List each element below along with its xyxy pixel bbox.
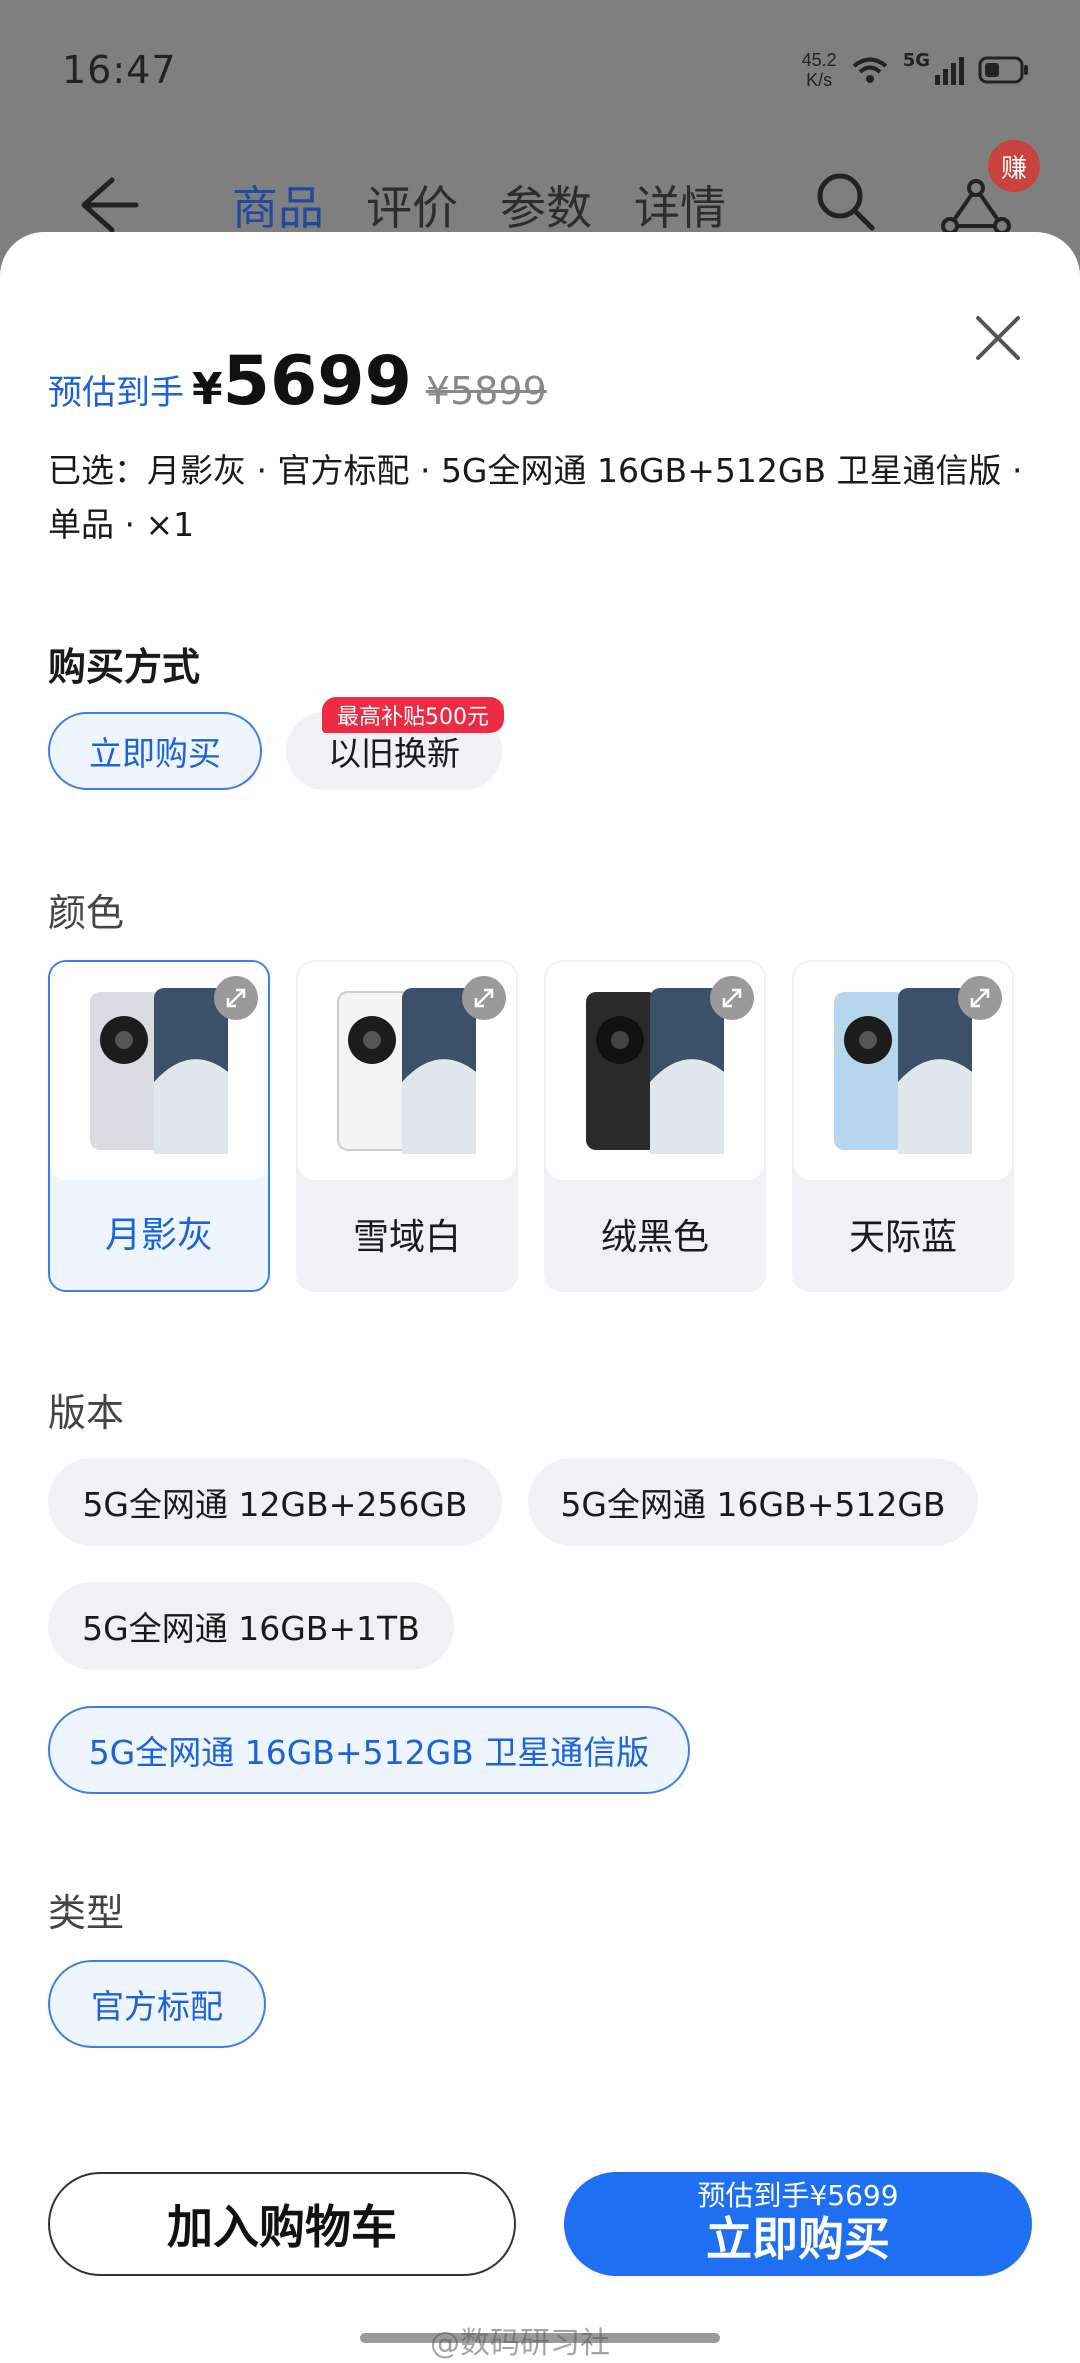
clock: 16:47 xyxy=(62,48,177,92)
purchase-method-title: 购买方式 xyxy=(48,645,201,689)
buy-now-button[interactable]: 预估到手¥5699 立即购买 xyxy=(564,2172,1032,2276)
expand-icon[interactable] xyxy=(710,976,754,1020)
close-icon[interactable] xyxy=(970,310,1026,366)
product-tabs: 商品 评价 参数 详情 xyxy=(232,172,726,238)
color-card-velvet-black[interactable]: 绒黑色 xyxy=(544,960,766,1292)
color-label: 绒黑色 xyxy=(600,1217,709,1258)
phone-image xyxy=(298,962,516,1180)
tab-details[interactable]: 详情 xyxy=(634,172,726,238)
color-title: 颜色 xyxy=(48,891,125,935)
version-option-16-512[interactable]: 5G全网通 16GB+512GB xyxy=(528,1458,978,1546)
buy-now-label: 立即购买 xyxy=(706,2212,890,2266)
type-title: 类型 xyxy=(48,1891,125,1935)
version-option-satellite[interactable]: 5G全网通 16GB+512GB 卫星通信版 xyxy=(48,1706,690,1794)
buy-now-subtext: 预估到手¥5699 xyxy=(697,2179,899,2212)
color-card-moon-grey[interactable]: 月影灰 xyxy=(48,960,270,1292)
type-option-official[interactable]: 官方标配 xyxy=(48,1960,266,2048)
version-option-16-1tb[interactable]: 5G全网通 16GB+1TB xyxy=(48,1582,454,1670)
expand-icon[interactable] xyxy=(958,976,1002,1020)
version-option-12-256[interactable]: 5G全网通 12GB+256GB xyxy=(48,1458,502,1546)
network-speed: 45.2 K/s xyxy=(801,50,837,90)
expand-icon[interactable] xyxy=(214,976,258,1020)
watermark-text: @数码研习社 xyxy=(430,2326,610,2361)
color-label: 天际蓝 xyxy=(848,1217,957,1258)
signal-5g-label: 5G xyxy=(902,50,930,71)
add-to-cart-button[interactable]: 加入购物车 xyxy=(48,2172,516,2276)
original-price: ¥5899 xyxy=(425,369,547,413)
tab-reviews[interactable]: 评价 xyxy=(366,172,458,238)
color-label: 雪域白 xyxy=(352,1217,461,1258)
price-prefix: 预估到手 xyxy=(48,373,184,413)
color-card-sky-blue[interactable]: 天际蓝 xyxy=(792,960,1014,1292)
color-card-snow-white[interactable]: 雪域白 xyxy=(296,960,518,1292)
status-bar: 16:47 45.2 K/s 5G xyxy=(0,0,1080,140)
phone-image xyxy=(50,962,268,1180)
system-icons: 45.2 K/s 5G xyxy=(802,50,1030,90)
cellular-signal-icon xyxy=(935,57,964,85)
battery-icon xyxy=(978,56,1028,84)
back-arrow-icon[interactable] xyxy=(72,170,142,240)
price-row: 预估到手 ¥ 5699 ¥5899 xyxy=(48,342,547,421)
search-icon[interactable] xyxy=(810,166,880,236)
selected-summary: 已选：月影灰 · 官方标配 · 5G全网通 16GB+512GB 卫星通信版 ·… xyxy=(48,451,1023,544)
phone-image xyxy=(794,962,1012,1180)
sku-selection-sheet: 预估到手 ¥ 5699 ¥5899 已选：月影灰 · 官方标配 · 5G全网通 … xyxy=(0,232,1080,2363)
tab-specs[interactable]: 参数 xyxy=(500,172,592,238)
color-label: 月影灰 xyxy=(104,1215,213,1256)
version-title: 版本 xyxy=(48,1391,125,1435)
wifi-icon xyxy=(852,57,887,83)
subsidy-badge: 最高补贴500元 xyxy=(322,697,504,733)
expand-icon[interactable] xyxy=(462,976,506,1020)
option-buy-now[interactable]: 立即购买 xyxy=(48,712,262,790)
tab-product[interactable]: 商品 xyxy=(232,172,324,238)
phone-image xyxy=(546,962,764,1180)
earn-badge[interactable]: 赚 xyxy=(988,140,1040,192)
current-price: 5699 xyxy=(222,342,412,421)
currency-symbol: ¥ xyxy=(192,364,223,415)
